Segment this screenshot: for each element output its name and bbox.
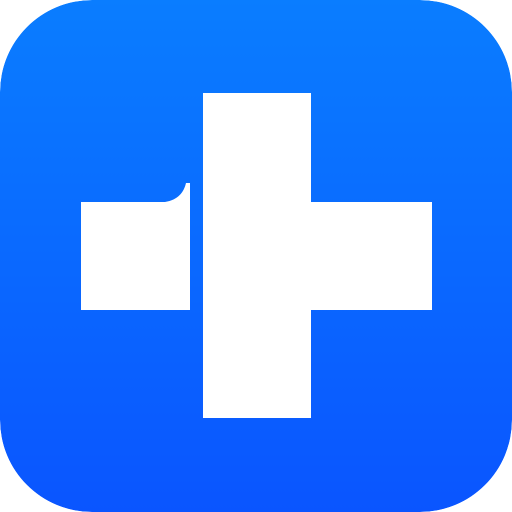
app-icon[interactable] [0, 0, 512, 512]
medical-cross-icon [0, 0, 512, 512]
cross-left-arm [81, 183, 190, 310]
